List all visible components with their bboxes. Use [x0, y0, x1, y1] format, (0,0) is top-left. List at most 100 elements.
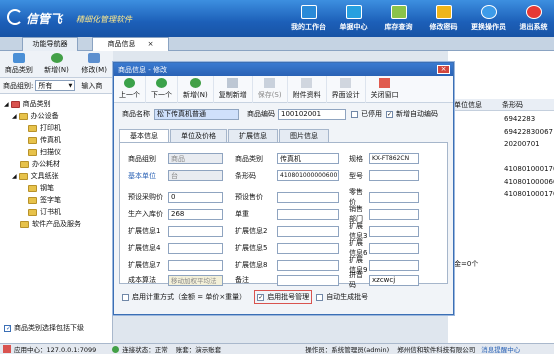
- ext-field-1[interactable]: [168, 225, 223, 237]
- nav-change-password[interactable]: 修改密码: [421, 0, 466, 37]
- tab-extended-info[interactable]: 扩展信息: [228, 129, 278, 142]
- ext-field-3[interactable]: [369, 225, 419, 237]
- app-subtitle: 精细化管理软件: [76, 15, 132, 24]
- purchase-price-field[interactable]: 0: [168, 191, 223, 203]
- tab-product-info[interactable]: 商品信息 ×: [92, 36, 169, 51]
- dialog-toolbar: 上一个 下一个 新增(N) 复制新增 保存(S) 附件资料 界面设计 关闭窗口: [114, 75, 453, 103]
- pinyin-field[interactable]: xzcwcj: [369, 274, 419, 286]
- disabled-checkbox[interactable]: [351, 110, 358, 118]
- unit-field[interactable]: 台: [168, 170, 223, 181]
- sale-price-field[interactable]: [277, 191, 339, 203]
- save-icon: [264, 78, 276, 88]
- filter-row: 商品组别: 所有 ▼ 输入商: [0, 78, 113, 94]
- ext-field-7[interactable]: [168, 259, 223, 271]
- add-button[interactable]: 新增(N): [178, 75, 214, 103]
- folder-icon: [18, 172, 28, 180]
- tab-image-info[interactable]: 图片信息: [279, 129, 329, 142]
- include-subcategory[interactable]: ✓ 商品类别选择包括下级: [4, 323, 84, 333]
- top-nav: 我的工作台 单据中心 库存查询 修改密码 更换操作员 退出系统: [286, 0, 554, 37]
- folder-icon: [18, 112, 28, 120]
- tree-item[interactable]: 签字笔: [4, 194, 109, 206]
- layout-icon: [340, 78, 352, 88]
- workspace-tabs: 功能导航器 商品信息 ×: [0, 36, 554, 51]
- tree-item[interactable]: 扫描仪: [4, 146, 109, 158]
- attachment-button[interactable]: 附件资料: [288, 75, 327, 103]
- status-bar: 应用中心：127.0.0.1:7099 连接状态：正常 账套：演示账套 操作员：…: [0, 343, 554, 354]
- app-header: 信管飞 精细化管理软件 我的工作台 单据中心 库存查询 修改密码 更换操作员 退…: [0, 0, 554, 37]
- app-logo: 信管飞: [26, 12, 63, 26]
- batch-manage-option[interactable]: ✓ 启用批号管理: [254, 290, 313, 304]
- tree-item[interactable]: 打印机: [4, 122, 109, 134]
- product-code-input[interactable]: 100102001: [278, 108, 346, 120]
- ext-field-5[interactable]: [277, 242, 339, 254]
- attachment-icon: [301, 78, 313, 88]
- prev-button[interactable]: 上一个: [114, 75, 146, 103]
- folder-icon: [20, 220, 29, 228]
- ext-field-2[interactable]: [277, 225, 339, 237]
- weight-field[interactable]: [277, 208, 339, 220]
- folder-icon: [20, 160, 29, 168]
- dialog-title-bar: 商品信息 - 修改 ×: [114, 63, 453, 76]
- tree-item[interactable]: ◢ 商品类别: [4, 98, 109, 110]
- tree-item[interactable]: 传真机: [4, 134, 109, 146]
- product-name-input[interactable]: 松下传真机普通: [154, 108, 239, 120]
- nav-documents[interactable]: 单据中心: [331, 0, 376, 37]
- edit-button[interactable]: 修改(M): [75, 51, 113, 78]
- ext-field-6[interactable]: [369, 242, 419, 254]
- tree-item[interactable]: 软件产品及服务: [4, 218, 109, 230]
- tree-item[interactable]: 办公耗材: [4, 158, 109, 170]
- table-cell: [504, 151, 554, 164]
- category-field[interactable]: 传真机: [277, 153, 339, 164]
- sales-dept-field[interactable]: [369, 208, 419, 220]
- batch-manage-checkbox[interactable]: ✓: [257, 293, 265, 301]
- nav-switch-operator[interactable]: 更换操作员: [466, 0, 511, 37]
- folder-icon: [10, 100, 20, 108]
- tree-item[interactable]: 钢笔: [4, 182, 109, 194]
- message-center-link[interactable]: 消息提醒中心: [481, 344, 520, 354]
- cost-method-select[interactable]: 移动加权平均法: [168, 274, 223, 286]
- tree-item[interactable]: 订书机: [4, 206, 109, 218]
- spec-field[interactable]: KX-FT862CN: [369, 153, 419, 164]
- auto-code-checkbox[interactable]: ✓: [386, 110, 393, 118]
- power-icon: [525, 5, 542, 19]
- ext-field-9[interactable]: [369, 259, 419, 271]
- tab-unit-price[interactable]: 单位及价格: [170, 129, 227, 142]
- grid-icon: [12, 53, 25, 63]
- nav-stock-query[interactable]: 库存查询: [376, 0, 421, 37]
- layout-design-button[interactable]: 界面设计: [327, 75, 366, 103]
- tree-item[interactable]: ◢ 文具纸张: [4, 170, 109, 182]
- tab-navigator[interactable]: 功能导航器: [22, 36, 78, 51]
- plus-icon: [50, 53, 63, 63]
- save-button[interactable]: 保存(S): [253, 75, 288, 103]
- document-icon: [345, 5, 362, 19]
- barcode-column: 6942283 69422830067 20200701 41080100017…: [504, 113, 554, 201]
- copy-add-button[interactable]: 复制新增: [214, 75, 253, 103]
- tab-basic-info[interactable]: 基本信息: [119, 129, 169, 142]
- remark-field[interactable]: [277, 274, 339, 286]
- tree-item[interactable]: ◢ 办公设备: [4, 110, 109, 122]
- close-icon[interactable]: ×: [148, 40, 154, 48]
- barcode-field[interactable]: 4108010000006001: [277, 170, 339, 181]
- group-select[interactable]: 所有 ▼: [35, 80, 76, 91]
- plus-icon: [189, 78, 201, 88]
- group-field[interactable]: 商品: [168, 153, 223, 164]
- folder-icon: [28, 184, 37, 192]
- auto-batch-checkbox[interactable]: [316, 293, 324, 301]
- grid-header: 单位信息 条形码: [448, 99, 554, 111]
- checkbox[interactable]: ✓: [4, 324, 11, 332]
- ext-field-4[interactable]: [168, 242, 223, 254]
- production-price-field[interactable]: 268: [168, 208, 223, 220]
- add-button[interactable]: 新增(N): [38, 51, 76, 78]
- close-icon[interactable]: ×: [437, 65, 450, 74]
- close-window-button[interactable]: 关闭窗口: [366, 76, 404, 103]
- retail-price-field[interactable]: [369, 191, 419, 203]
- next-button[interactable]: 下一个: [146, 75, 178, 103]
- nav-exit[interactable]: 退出系统: [511, 0, 554, 37]
- model-field[interactable]: [369, 170, 419, 181]
- category-button[interactable]: 商品类别: [0, 51, 38, 78]
- folder-icon: [28, 136, 37, 144]
- weigh-mode-checkbox[interactable]: [122, 293, 129, 301]
- logo-icon: [7, 9, 23, 25]
- ext-field-8[interactable]: [277, 259, 339, 271]
- nav-workbench[interactable]: 我的工作台: [286, 0, 331, 37]
